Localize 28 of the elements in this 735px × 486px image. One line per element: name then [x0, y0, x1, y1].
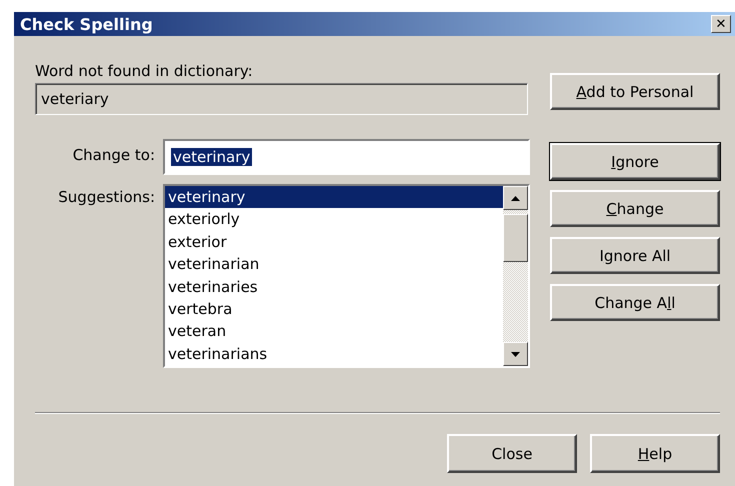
action-button[interactable]: Ignore: [550, 143, 720, 180]
suggestion-item[interactable]: exterior: [165, 230, 503, 254]
add-to-personal-button[interactable]: Add to Personal: [550, 73, 720, 110]
change-to-label: Change to:: [72, 145, 156, 164]
close-button[interactable]: ✕: [711, 15, 731, 33]
action-button[interactable]: Change: [550, 190, 720, 227]
suggestion-item[interactable]: veterinarian: [165, 253, 503, 276]
suggestion-item[interactable]: veterinarians: [165, 342, 503, 366]
action-button[interactable]: Change All: [550, 284, 720, 321]
up-arrow-icon: [511, 196, 520, 200]
action-button[interactable]: Ignore All: [550, 237, 720, 274]
down-arrow-icon: [511, 352, 520, 356]
suggestion-item[interactable]: vertebra: [165, 298, 503, 320]
suggestion-item[interactable]: veterinary: [165, 186, 503, 208]
dialog-button[interactable]: Help: [590, 434, 720, 473]
not-found-label: Word not found in dictionary:: [35, 62, 254, 80]
window-title: Check Spelling: [20, 14, 153, 34]
change-to-field[interactable]: veterinary: [163, 139, 530, 175]
scrollbar-thumb[interactable]: [503, 214, 528, 262]
suggestions-label: Suggestions:: [57, 187, 156, 206]
suggestions-list[interactable]: veterinary exteriorly exterior veterinarian veterinaries vertebra veteran veterinarians: [163, 184, 530, 368]
suggestion-item[interactable]: veteran: [165, 320, 503, 343]
not-found-word-field: veteriary: [35, 83, 528, 115]
dialog-button[interactable]: Close: [447, 434, 577, 473]
suggestion-item[interactable]: veterinaries: [165, 276, 503, 298]
scroll-down-button[interactable]: [503, 342, 528, 366]
suggestion-item[interactable]: exteriorly: [165, 208, 503, 231]
scroll-up-button[interactable]: [503, 186, 528, 210]
